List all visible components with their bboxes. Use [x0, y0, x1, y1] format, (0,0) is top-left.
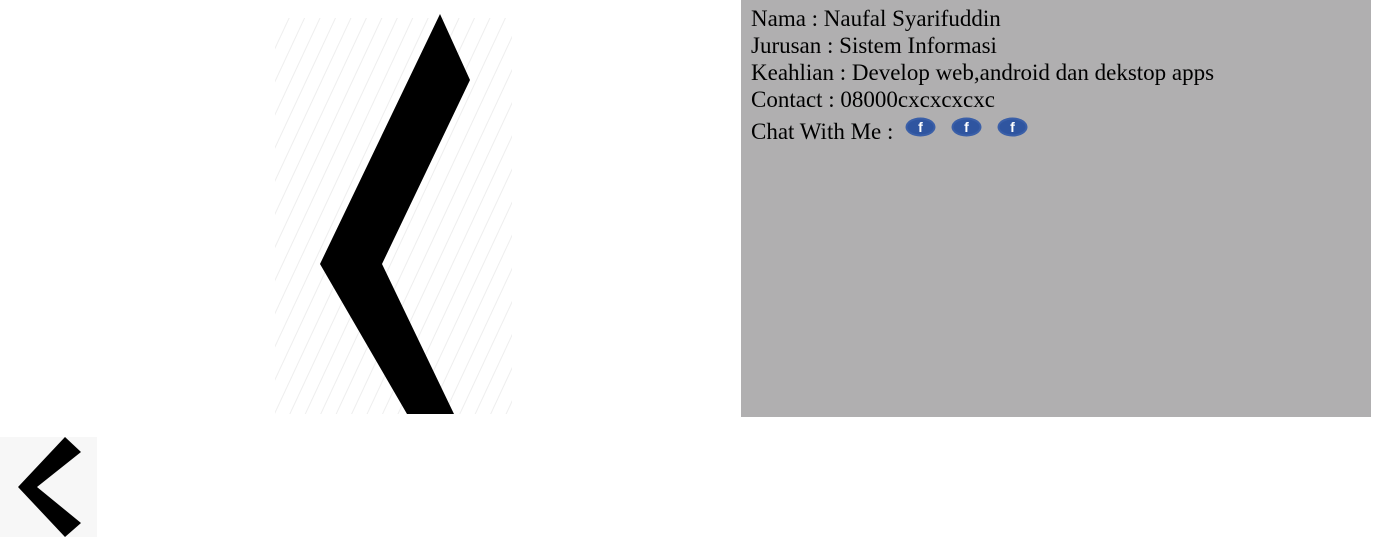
facebook-icon[interactable]: f [905, 117, 936, 137]
profile-info-panel: Nama : Naufal Syarifuddin Jurusan : Sist… [741, 0, 1371, 417]
profile-major: Jurusan : Sistem Informasi [751, 33, 997, 58]
large-back-arrow-image [275, 14, 512, 414]
back-arrow-button[interactable] [0, 437, 97, 537]
profile-skills: Keahlian : Develop web,android dan dekst… [751, 60, 1215, 85]
profile-contact: Contact : 08000cxcxcxcxc [751, 87, 995, 112]
svg-text:f: f [919, 119, 924, 135]
chat-with-me-label: Chat With Me : [751, 119, 894, 144]
facebook-icon[interactable]: f [997, 117, 1028, 137]
social-icons: f f f [905, 117, 1043, 137]
page: Nama : Naufal Syarifuddin Jurusan : Sist… [0, 0, 1396, 548]
chat-with-me-row: Chat With Me : f f f [751, 117, 1371, 145]
profile-name: Nama : Naufal Syarifuddin [751, 6, 1001, 31]
facebook-icon[interactable]: f [951, 117, 982, 137]
svg-text:f: f [965, 119, 970, 135]
svg-text:f: f [1011, 119, 1016, 135]
